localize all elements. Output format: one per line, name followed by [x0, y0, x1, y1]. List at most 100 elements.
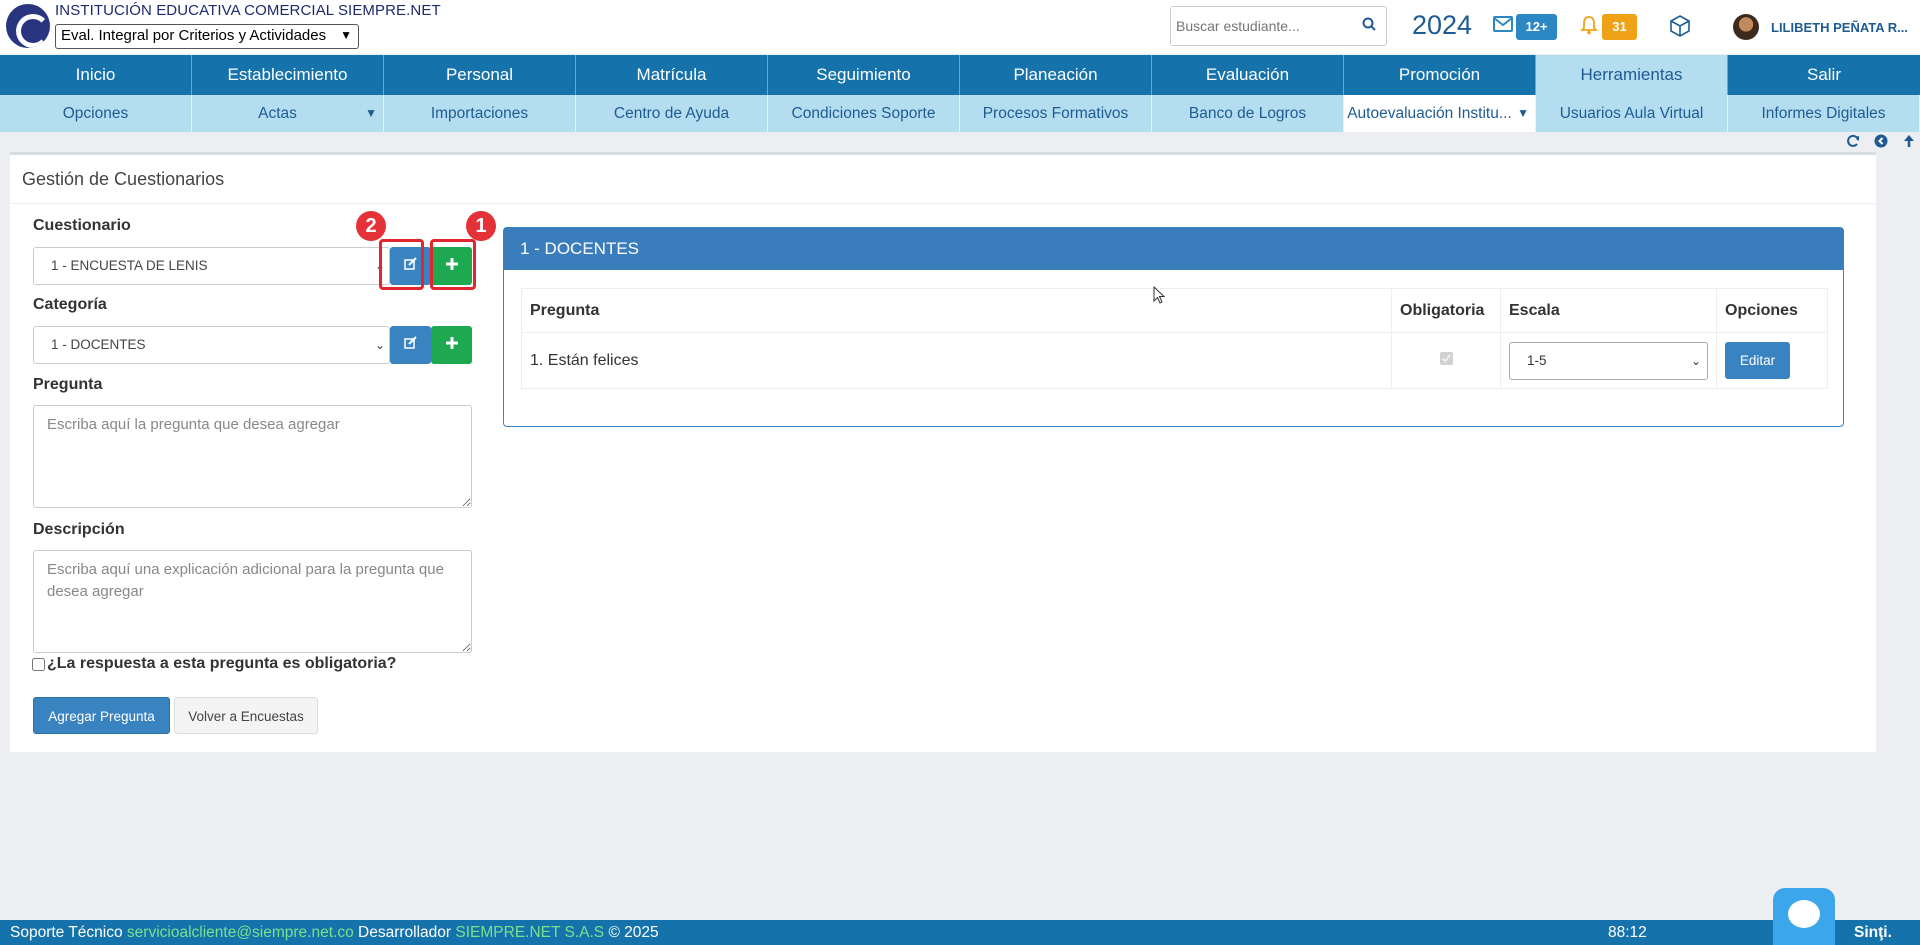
chevron-down-icon: ⌄	[1690, 353, 1701, 368]
session-timer: 88:12	[1608, 924, 1647, 941]
column-header-pregunta: Pregunta	[521, 288, 1392, 333]
main-nav: Inicio Establecimiento Personal Matrícul…	[0, 55, 1920, 95]
arrow-up-icon[interactable]	[1902, 134, 1916, 153]
subnav-item-banco-logros[interactable]: Banco de Logros	[1152, 95, 1344, 132]
subnav-label: Centro de Ayuda	[613, 105, 730, 122]
subnav-item-importaciones[interactable]: Importaciones	[384, 95, 576, 132]
subnav-item-centro-ayuda[interactable]: Centro de Ayuda	[576, 95, 768, 132]
categoria-label: Categoría	[33, 296, 107, 313]
subnav-item-procesos-formativos[interactable]: Procesos Formativos	[960, 95, 1152, 132]
student-search[interactable]	[1170, 6, 1387, 46]
chat-icon[interactable]	[1773, 888, 1835, 945]
nav-item-establecimiento[interactable]: Establecimiento	[192, 55, 384, 95]
messages-badge[interactable]: 12+	[1516, 14, 1557, 40]
nav-item-personal[interactable]: Personal	[384, 55, 576, 95]
add-question-button[interactable]: Agregar Pregunta	[33, 697, 170, 734]
subnav-label: Condiciones Soporte	[791, 105, 936, 122]
support-label: Soporte Técnico	[10, 924, 123, 941]
footer: Soporte Técnico servicioalcliente@siempr…	[0, 920, 1920, 945]
subnav-item-usuarios-aula[interactable]: Usuarios Aula Virtual	[1536, 95, 1728, 132]
nav-item-inicio[interactable]: Inicio	[0, 55, 192, 95]
required-cell	[1391, 332, 1501, 389]
nav-item-salir[interactable]: Salir	[1728, 55, 1920, 95]
envelope-icon[interactable]	[1493, 16, 1513, 37]
scale-cell: 1-5 ⌄	[1500, 332, 1717, 389]
callout-number-2: 2	[356, 211, 386, 241]
cuestionario-value: 1 - ENCUESTA DE LENIS	[51, 258, 208, 273]
subnav-item-condiciones-soporte[interactable]: Condiciones Soporte	[768, 95, 960, 132]
required-checkbox-label[interactable]: ¿La respuesta a esta pregunta es obligat…	[47, 655, 396, 673]
description-textarea[interactable]	[33, 550, 472, 653]
subnav-label: Banco de Logros	[1188, 105, 1307, 122]
required-indicator-checkbox	[1439, 351, 1453, 365]
edit-question-button[interactable]: Editar	[1725, 342, 1790, 379]
subnav-item-actas[interactable]: Actas ▼	[192, 95, 384, 132]
developer-label: Desarrollador	[358, 924, 452, 941]
subnav-label: Actas	[258, 105, 297, 122]
category-card: 1 - DOCENTES Pregunta Obligatoria Escala…	[503, 227, 1844, 427]
search-input[interactable]	[1171, 7, 1351, 45]
caret-down-icon: ▼	[365, 106, 377, 120]
notifications-badge[interactable]: 31	[1602, 14, 1637, 40]
institution-name: INSTITUCIÓN EDUCATIVA COMERCIAL SIEMPRE.…	[55, 2, 441, 19]
top-header: INSTITUCIÓN EDUCATIVA COMERCIAL SIEMPRE.…	[0, 0, 1920, 54]
add-category-button[interactable]	[431, 326, 472, 364]
plus-icon	[445, 337, 458, 349]
callout-box-2	[379, 239, 424, 290]
required-checkbox-row: ¿La respuesta a esta pregunta es obligat…	[32, 655, 396, 673]
pregunta-label: Pregunta	[33, 376, 103, 393]
school-year[interactable]: 2024	[1412, 10, 1472, 41]
institution-logo[interactable]	[6, 4, 50, 48]
subnav-label: Informes Digitales	[1761, 105, 1886, 122]
callout-box-1	[430, 239, 476, 290]
table-row: 1. Están felices 1-5 ⌄ Editar	[521, 332, 1828, 389]
subnav-item-informes-digitales[interactable]: Informes Digitales	[1728, 95, 1920, 132]
nav-item-evaluacion[interactable]: Evaluación	[1152, 55, 1344, 95]
bell-icon[interactable]	[1579, 15, 1599, 40]
nav-item-herramientas[interactable]: Herramientas	[1536, 55, 1728, 95]
column-header-obligatoria: Obligatoria	[1391, 288, 1501, 333]
cuestionario-select[interactable]: 1 - ENCUESTA DE LENIS ⌄	[33, 247, 390, 285]
descripcion-label: Descripción	[33, 521, 125, 538]
sub-nav: Opciones Actas ▼ Importaciones Centro de …	[0, 95, 1920, 132]
back-to-surveys-button[interactable]: Volver a Encuestas	[174, 697, 318, 734]
subnav-item-opciones[interactable]: Opciones	[0, 95, 192, 132]
cube-icon[interactable]	[1668, 14, 1692, 43]
subnav-label: Autoevaluación Institu...	[1347, 105, 1512, 122]
categoria-select[interactable]: 1 - DOCENTES ⌄	[33, 326, 390, 364]
subnav-item-autoevaluacion[interactable]: Autoevaluación Institu... ▼	[1344, 95, 1536, 132]
chevron-down-icon: ⌄	[374, 338, 385, 352]
refresh-icon[interactable]	[1846, 134, 1860, 153]
username[interactable]: LILIBETH PEÑATA R...	[1771, 20, 1908, 35]
questionnaire-panel: Gestión de Cuestionarios Cuestionario 1 …	[10, 152, 1876, 752]
scale-value: 1-5	[1527, 352, 1547, 368]
chevron-down-icon: ▼	[340, 28, 352, 42]
question-text: 1. Están felices	[521, 332, 1392, 389]
options-cell: Editar	[1716, 332, 1828, 389]
nav-item-seguimiento[interactable]: Seguimiento	[768, 55, 960, 95]
utility-icons	[1846, 134, 1916, 153]
copyright: © 2025	[608, 924, 659, 941]
scale-select[interactable]: 1-5 ⌄	[1509, 341, 1708, 380]
question-textarea[interactable]	[33, 405, 472, 508]
edit-category-button[interactable]	[390, 326, 431, 364]
questions-table: Pregunta Obligatoria Escala Opciones 1. …	[521, 288, 1828, 389]
avatar[interactable]	[1733, 14, 1759, 40]
search-icon[interactable]	[1362, 17, 1376, 36]
required-checkbox[interactable]	[32, 657, 45, 671]
period-select[interactable]: Eval. Integral por Criterios y Actividad…	[55, 24, 359, 49]
edit-icon	[403, 336, 417, 349]
nav-item-promocion[interactable]: Promoción	[1344, 55, 1536, 95]
mouse-cursor-icon	[1153, 285, 1167, 311]
support-email-link[interactable]: servicioalcliente@siempre.net.co	[127, 924, 354, 941]
category-card-title: 1 - DOCENTES	[504, 228, 1843, 270]
caret-down-icon: ▼	[1517, 106, 1529, 120]
nav-item-planeacion[interactable]: Planeación	[960, 55, 1152, 95]
back-circle-icon[interactable]	[1874, 134, 1888, 153]
nav-item-matricula[interactable]: Matrícula	[576, 55, 768, 95]
developer-link[interactable]: SIEMPRE.NET S.A.S	[455, 924, 604, 941]
page-title: Gestión de Cuestionarios	[22, 169, 225, 189]
subnav-label: Usuarios Aula Virtual	[1559, 105, 1704, 122]
subnav-label: Procesos Formativos	[982, 105, 1129, 122]
subnav-label: Opciones	[62, 105, 129, 122]
